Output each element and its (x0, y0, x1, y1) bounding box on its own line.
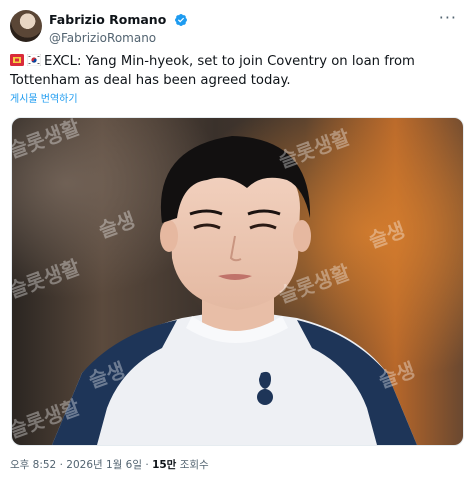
flag-icon-south-korea (27, 54, 41, 66)
author-handle[interactable]: @FabrizioRomano (49, 30, 188, 46)
tweet-body: EXCL: Yang Min-hyeok, set to join Covent… (10, 54, 415, 88)
tweet-date[interactable]: 2026년 1월 6일 (66, 459, 142, 471)
author-name-block: Fabrizio Romano @FabrizioRomano (49, 9, 188, 46)
flag-icon-coventry (10, 54, 24, 66)
watermark-text: 슬롯생활 (12, 255, 83, 303)
tweet-time[interactable]: 오후 8:52 (10, 459, 56, 471)
verified-badge-icon[interactable] (174, 13, 188, 27)
watermark-text: 슬롯생활 (12, 118, 83, 163)
watermark-text: 슬생 (86, 358, 129, 393)
author-avatar[interactable] (10, 10, 42, 42)
watermark-text: 슬생 (96, 208, 139, 243)
watermark-text: 슬롯생활 (276, 125, 354, 173)
translate-post-link[interactable]: 게시물 번역하기 (10, 93, 78, 107)
watermark-text: 슬생 (376, 358, 419, 393)
views-count: 15만 (152, 459, 177, 471)
watermark-overlay: 슬롯생활 슬롯생활 슬생 슬생 슬롯생활 슬롯생활 슬생 슬생 슬롯생활 (12, 118, 419, 443)
more-options-icon[interactable]: ··· (439, 10, 457, 26)
tweet-metadata: 오후 8:52 · 2026년 1월 6일 · 15만 조회수 (10, 458, 209, 472)
tweet-header: Fabrizio Romano @FabrizioRomano ··· (10, 8, 463, 46)
watermark-text: 슬롯생활 (276, 260, 354, 308)
meta-separator: · (59, 459, 63, 471)
watermark-text: 슬생 (366, 218, 409, 253)
watermark-text: 슬롯생활 (12, 395, 83, 443)
views-label: 조회수 (179, 459, 209, 471)
tweet-media-photo[interactable]: 슬롯생활 슬롯생활 슬생 슬생 슬롯생활 슬롯생활 슬생 슬생 슬롯생활 (11, 117, 464, 446)
meta-separator: · (145, 459, 149, 471)
tweet-text: EXCL: Yang Min-hyeok, set to join Covent… (10, 52, 450, 90)
author-display-name[interactable]: Fabrizio Romano (49, 12, 166, 28)
